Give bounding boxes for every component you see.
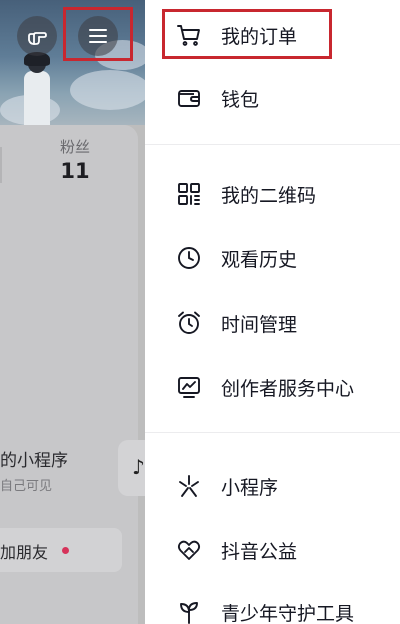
- side-drawer-menu: 我的订单 钱包 我的二维码 观看历史 时间管理 创作者服务中心 小程序 抖音公益…: [145, 0, 400, 624]
- mini-program-subtitle: 自己可见: [0, 479, 53, 494]
- clock-icon: [178, 247, 200, 269]
- menu-button-highlight: [63, 7, 133, 61]
- drawer-item-label: 我的二维码: [221, 185, 317, 207]
- music-note-icon: ♪: [132, 455, 145, 479]
- my-orders-highlight: [162, 9, 332, 59]
- drawer-item-qr-code[interactable]: 我的二维码: [145, 168, 400, 218]
- section-divider: [145, 144, 400, 145]
- fans-label: 粉丝: [59, 138, 90, 156]
- drawer-item-label: 观看历史: [221, 249, 298, 271]
- stat-divider: [0, 147, 2, 183]
- drawer-item-label: 抖音公益: [221, 541, 298, 563]
- drawer-item-time-management[interactable]: 时间管理: [145, 297, 400, 347]
- drawer-item-watch-history[interactable]: 观看历史: [145, 232, 400, 282]
- mini-program-title[interactable]: 的小程序: [0, 446, 68, 471]
- music-tile[interactable]: ♪: [118, 440, 145, 496]
- drawer-item-wallet[interactable]: 钱包: [145, 72, 400, 122]
- hand-pointing-icon[interactable]: [17, 16, 57, 56]
- notification-dot: [62, 547, 69, 554]
- profile-page-backdrop[interactable]: 粉丝 11 的小程序 自己可见 ♪ 加朋友: [0, 0, 145, 624]
- wallet-icon: [178, 90, 200, 107]
- drawer-item-charity[interactable]: 抖音公益: [145, 524, 400, 574]
- creator-chart-icon: [178, 377, 200, 398]
- drawer-item-label: 青少年守护工具: [221, 603, 355, 624]
- qr-code-icon: [178, 183, 200, 205]
- add-friend-button[interactable]: 加朋友: [0, 528, 122, 572]
- fans-count[interactable]: 11: [12, 159, 138, 183]
- drawer-item-label: 创作者服务中心: [221, 378, 355, 400]
- drawer-item-youth-protection[interactable]: 青少年守护工具: [145, 586, 400, 624]
- drawer-item-creator-center[interactable]: 创作者服务中心: [145, 361, 400, 411]
- mini-program-icon: [179, 475, 199, 497]
- section-divider: [145, 432, 400, 433]
- charity-heart-icon: [177, 540, 201, 560]
- drawer-item-label: 时间管理: [221, 314, 298, 336]
- drawer-item-label: 钱包: [221, 89, 260, 111]
- drawer-item-label: 小程序: [221, 477, 279, 499]
- drawer-item-mini-programs[interactable]: 小程序: [145, 460, 400, 510]
- alarm-clock-icon: [178, 311, 200, 334]
- sprout-icon: [180, 602, 198, 624]
- add-friend-label: 加朋友: [0, 543, 49, 562]
